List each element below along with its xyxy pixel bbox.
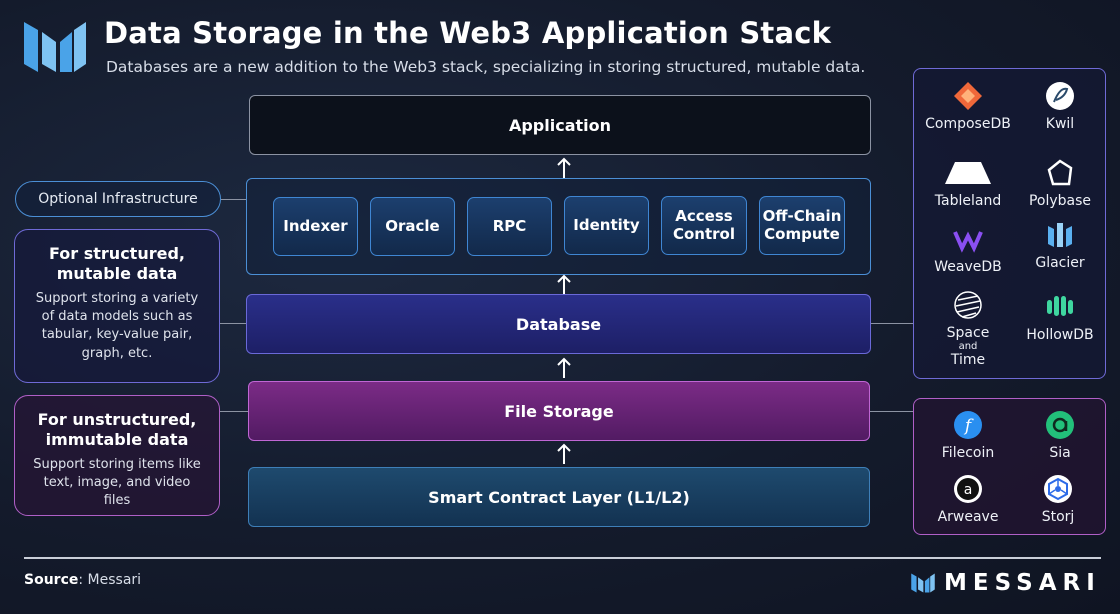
file-storage-layer: File Storage (248, 381, 870, 441)
composedb-icon (954, 82, 982, 110)
connector-line (220, 323, 246, 324)
project-arweave: a Arweave (918, 474, 1018, 525)
unstructured-body: Support storing items like text, image, … (33, 457, 201, 509)
project-name: ComposeDB (925, 116, 1011, 132)
project-name: Polybase (1028, 193, 1092, 209)
connector-line (220, 411, 248, 412)
messari-logo-icon (911, 573, 935, 593)
source-note: Source: Messari (24, 572, 141, 588)
project-composedb: ComposeDB (918, 81, 1018, 132)
chip-identity: Identity (564, 196, 649, 255)
project-glacier: Glacier (1010, 220, 1110, 271)
project-name: HollowDB (1026, 327, 1094, 343)
polybase-icon (1047, 159, 1073, 186)
chip-rpc: RPC (467, 197, 552, 256)
source-label: Source (24, 572, 79, 588)
project-hollowdb: HollowDB (1010, 292, 1110, 343)
connector-line (870, 411, 913, 412)
project-name: Sia (1049, 445, 1071, 461)
footer-divider (24, 557, 1101, 559)
file-storage-label: File Storage (504, 401, 614, 421)
project-name-time: Time (950, 351, 986, 368)
unstructured-heading: For unstructured, immutable data (37, 410, 197, 449)
database-label: Database (515, 314, 602, 334)
database-layer: Database (246, 294, 871, 354)
project-name: Glacier (1035, 255, 1085, 271)
smart-contract-layer: Smart Contract Layer (L1/L2) (248, 467, 870, 527)
arrow-up-icon (557, 274, 571, 295)
hollowdb-icon (1047, 296, 1073, 316)
project-name: WeaveDB (934, 259, 1002, 275)
space-and-time-icon (954, 291, 982, 319)
project-filecoin: f Filecoin (918, 410, 1018, 461)
svg-text:a: a (964, 482, 973, 498)
structured-data-note: For structured, mutable data Support sto… (14, 229, 220, 383)
connector-line (221, 199, 246, 200)
brand-name: MESSARI (944, 570, 1101, 596)
project-name: Storj (1041, 509, 1075, 525)
filecoin-icon: f (954, 411, 982, 439)
messari-logo-icon (24, 22, 86, 72)
project-weavedb: WeaveDB (918, 224, 1018, 275)
project-sia: Sia (1010, 410, 1110, 461)
chip-access-control: Access Control (661, 196, 747, 255)
smart-contract-label: Smart Contract Layer (L1/L2) (428, 487, 690, 507)
source-value: : Messari (78, 572, 142, 588)
chip-off-chain-compute: Off-Chain Compute (759, 196, 845, 255)
project-tableland: Tableland (918, 158, 1018, 209)
application-layer: Application (249, 95, 871, 155)
application-label: Application (508, 115, 612, 135)
project-name: Arweave (937, 509, 999, 525)
unstructured-data-note: For unstructured, immutable data Support… (14, 395, 220, 516)
project-name: Filecoin (941, 445, 995, 461)
storj-icon (1044, 475, 1072, 503)
arrow-up-icon (557, 157, 571, 178)
project-space-and-time: Space and Time (918, 290, 1018, 367)
project-storj: Storj (1008, 474, 1108, 525)
sia-icon (1046, 411, 1074, 439)
weavedb-icon (953, 231, 983, 253)
project-name: Kwil (1045, 116, 1075, 132)
connector-line (871, 323, 913, 324)
tableland-icon (945, 162, 991, 184)
project-name: Tableland (934, 193, 1002, 209)
kwil-icon (1046, 82, 1074, 110)
page-title: Data Storage in the Web3 Application Sta… (104, 16, 832, 50)
footer-brand: MESSARI (910, 570, 1101, 596)
arrow-up-icon (557, 443, 571, 464)
project-name-and: and (958, 340, 978, 352)
structured-body: Support storing a variety of data models… (35, 291, 199, 361)
page-subtitle: Databases are a new addition to the Web3… (106, 58, 866, 76)
chip-indexer: Indexer (273, 197, 358, 256)
project-polybase: Polybase (1010, 158, 1110, 209)
chip-oracle: Oracle (370, 197, 455, 256)
project-name-space: Space (946, 325, 990, 341)
arrow-up-icon (557, 357, 571, 378)
glacier-icon (1048, 223, 1072, 247)
arweave-icon: a (954, 475, 982, 503)
structured-heading: For structured, mutable data (49, 244, 185, 283)
project-kwil: Kwil (1010, 81, 1110, 132)
optional-infrastructure-label: Optional Infrastructure (15, 181, 221, 217)
